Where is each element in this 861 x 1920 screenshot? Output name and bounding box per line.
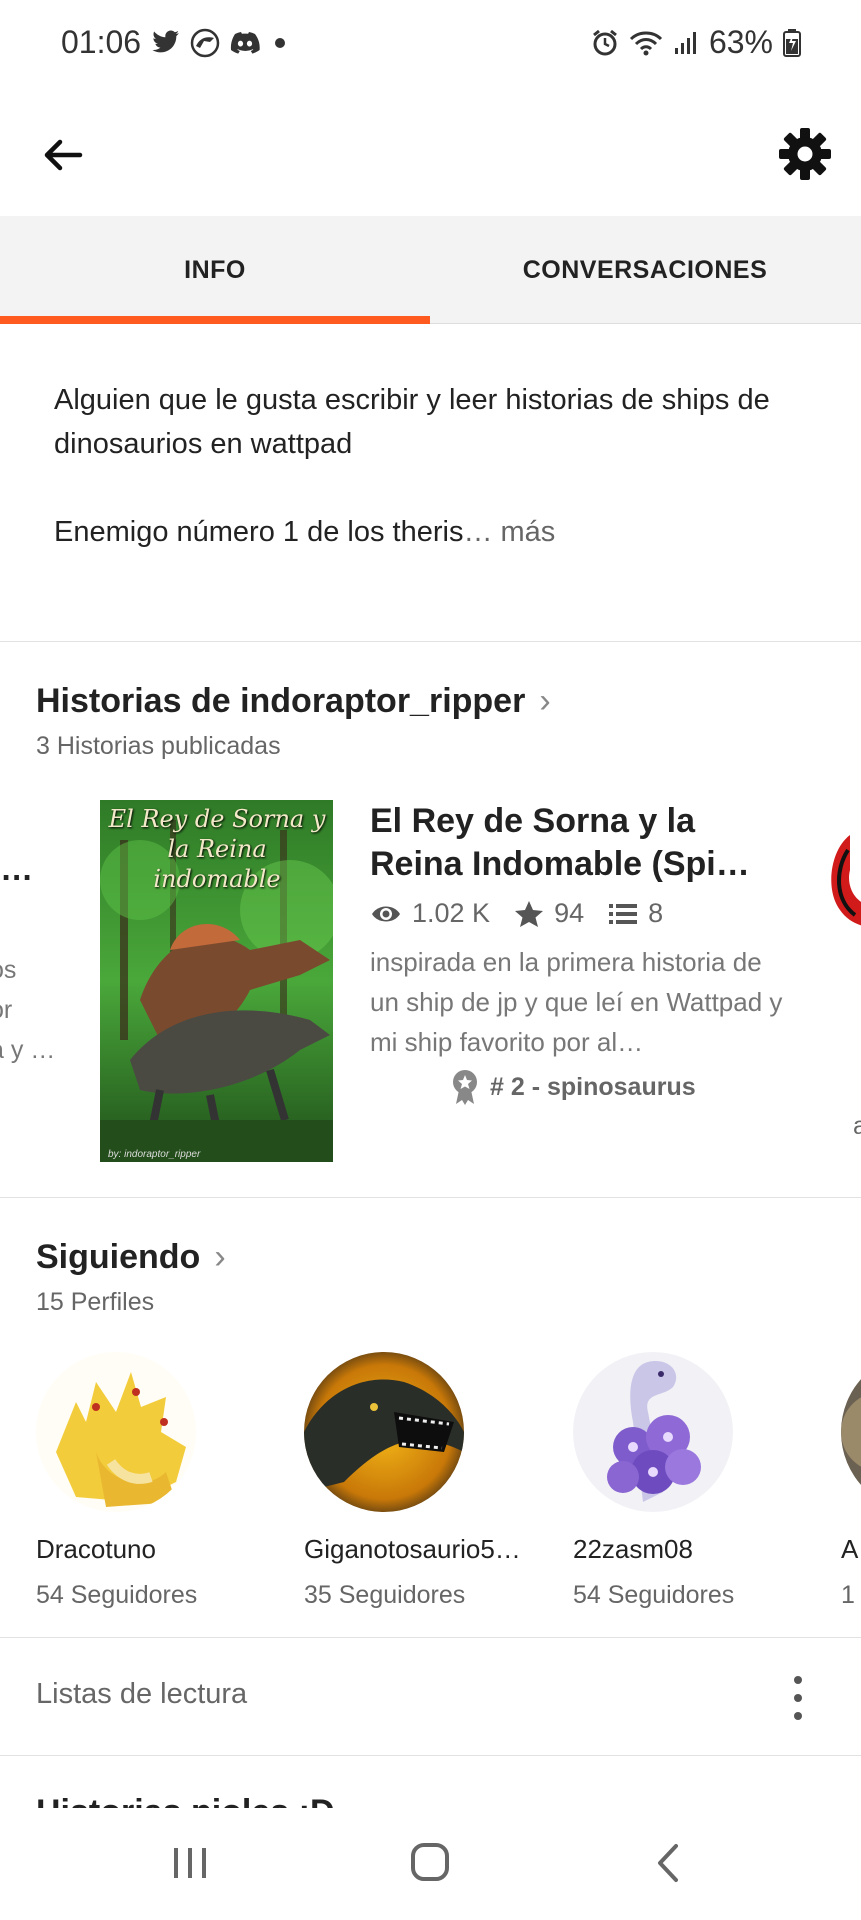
app-bar	[0, 100, 861, 210]
jurassic-logo-icon	[190, 28, 220, 58]
alarm-icon	[593, 29, 617, 55]
more-link[interactable]: más	[492, 516, 556, 548]
gear-icon[interactable]	[777, 126, 833, 182]
battery-percentage: 63%	[708, 24, 773, 60]
profile-followers: 1	[841, 1581, 855, 1609]
avatar	[304, 1352, 464, 1512]
stories-count: 3 Historias publicadas	[36, 732, 281, 760]
profile-description: Alguien que le gusta escribir y leer his…	[54, 378, 814, 554]
tab-conversaciones-label: CONVERSACIONES	[522, 255, 768, 284]
story-rank-label: # 2 - spinosaurus	[490, 1072, 696, 1101]
previous-desc-fragment: or	[0, 996, 13, 1024]
wifi-icon	[629, 31, 663, 55]
system-nav-bar	[0, 1808, 861, 1920]
profile-followers: 35 Seguidores	[304, 1581, 466, 1609]
tab-conversaciones[interactable]: CONVERSACIONES	[430, 216, 860, 324]
following-section-title: Siguiendo	[36, 1238, 201, 1276]
description-line-1: Alguien que le gusta escribir y leer his…	[54, 384, 770, 460]
tab-info[interactable]: INFO	[0, 216, 430, 324]
divider	[0, 1197, 861, 1198]
more-vertical-icon[interactable]	[786, 1676, 810, 1720]
votes-count: 94	[554, 898, 585, 928]
stories-carousel[interactable]: n… os or a y … El Rey	[0, 790, 861, 1180]
previous-story-description: os or a y …	[0, 950, 60, 1070]
home-icon[interactable]	[400, 1838, 460, 1888]
next-story-fragment: a	[853, 1112, 861, 1140]
back-icon[interactable]	[640, 1838, 700, 1888]
story-description: inspirada en la primera historia de un s…	[370, 947, 783, 1057]
star-icon	[515, 900, 544, 927]
next-story-cover[interactable]	[820, 830, 861, 950]
status-notification-icons	[150, 28, 290, 58]
story-cover[interactable]: El Rey de Sorna y la Reina indomable by:…	[100, 800, 333, 1162]
status-system-icons: 63%	[591, 24, 801, 61]
chevron-right-icon: ›	[214, 1238, 226, 1276]
reads-count: 1.02 K	[412, 898, 491, 928]
votes-stat: 94	[514, 898, 584, 929]
profile-tabs: INFO CONVERSACIONES	[0, 216, 861, 324]
stories-section-title: Historias de indoraptor_ripper	[36, 682, 526, 720]
following-count: 15 Perfiles	[36, 1288, 155, 1316]
description-truncated-text: Enemigo número 1 de los theris	[54, 516, 464, 548]
battery-icon	[783, 28, 801, 57]
story-title[interactable]: El Rey de Sorna y la Reina Indomable (Sp…	[370, 800, 790, 886]
tab-info-label: INFO	[184, 255, 246, 284]
avatar	[573, 1352, 733, 1512]
profile-card[interactable]: Dracotuno 54 Seguidores	[36, 1352, 266, 1610]
discord-icon	[230, 32, 260, 54]
profile-name: A	[841, 1534, 859, 1564]
divider	[0, 641, 861, 642]
status-bar: 01:06 63%	[0, 0, 861, 90]
status-time: 01:06	[61, 24, 142, 60]
profile-followers: 54 Seguidores	[573, 1581, 735, 1609]
previous-desc-fragment: os	[0, 956, 17, 984]
story-cover-title: El Rey de Sorna y la Reina indomable	[108, 805, 326, 893]
reading-lists-label[interactable]: Listas de lectura	[36, 1678, 247, 1711]
reads-stat: 1.02 K	[370, 898, 490, 929]
divider	[0, 1637, 861, 1638]
avatar	[36, 1352, 196, 1512]
arrow-left-icon[interactable]	[38, 130, 88, 180]
previous-story-title[interactable]: n…	[0, 850, 33, 888]
twitter-icon	[152, 30, 179, 53]
following-section-header[interactable]: Siguiendo ›	[36, 1238, 226, 1277]
dot-icon	[275, 38, 285, 48]
profile-followers: 54 Seguidores	[36, 1581, 198, 1609]
recent-apps-icon[interactable]	[160, 1838, 220, 1888]
following-carousel[interactable]: Dracotuno 54 Seguidores Giganotosaurio5……	[0, 1352, 861, 1612]
list-icon	[609, 903, 638, 924]
profile-name: Giganotosaurio5…	[304, 1534, 521, 1564]
profile-card[interactable]: Giganotosaurio5… 35 Seguidores	[304, 1352, 534, 1610]
story-stats: 1.02 K 94 8	[370, 898, 677, 929]
avatar	[841, 1352, 861, 1512]
description-line-2: Enemigo número 1 de los theris… más	[54, 510, 814, 554]
profile-card[interactable]: A 1	[841, 1352, 861, 1610]
divider	[0, 1755, 861, 1756]
parts-count: 8	[648, 898, 664, 928]
profile-name: Dracotuno	[36, 1534, 156, 1564]
previous-desc-fragment: a y …	[0, 1036, 56, 1064]
story-rank[interactable]: # 2 - spinosaurus	[450, 1068, 696, 1106]
eye-icon	[372, 906, 400, 921]
description-ellipsis: …	[463, 516, 493, 548]
chevron-right-icon: ›	[539, 682, 551, 720]
story-cover-credit: by: indoraptor_ripper	[108, 1149, 201, 1160]
award-ribbon-icon	[453, 1070, 477, 1105]
profile-card[interactable]: 22zasm08 54 Seguidores	[573, 1352, 803, 1610]
profile-name: 22zasm08	[573, 1534, 693, 1564]
stories-section-header[interactable]: Historias de indoraptor_ripper ›	[36, 682, 551, 721]
signal-icon	[674, 31, 696, 54]
parts-stat: 8	[608, 898, 663, 929]
